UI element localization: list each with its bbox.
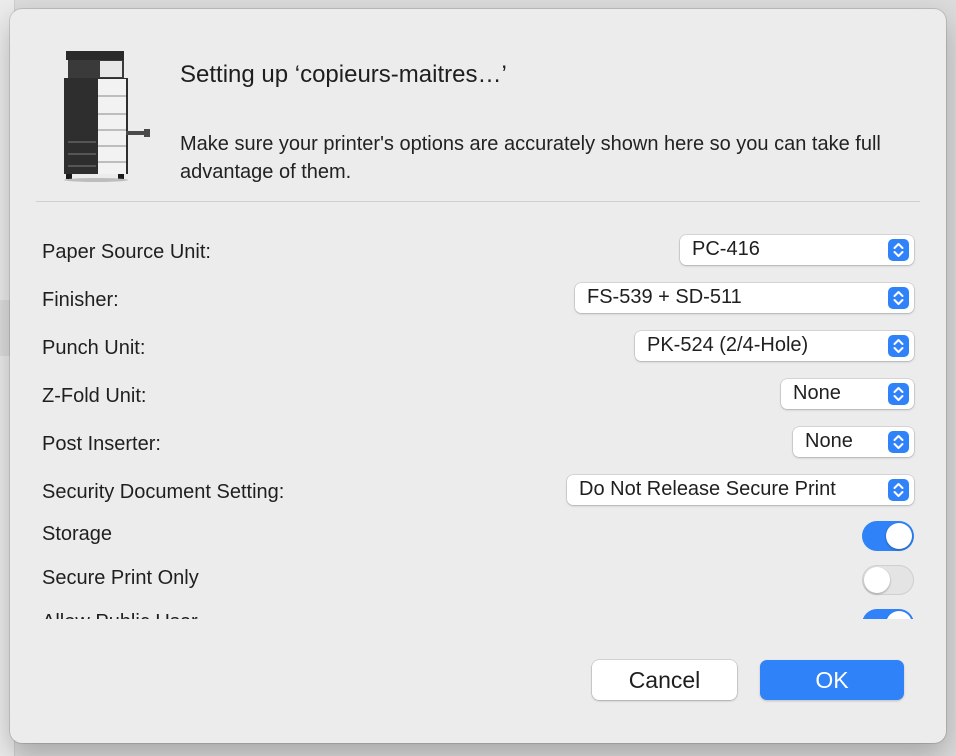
option-allow-public-user-row: Allow Public User bbox=[36, 603, 920, 619]
option-secure-print-only-row: Secure Print Only bbox=[36, 559, 920, 599]
popup-value: PK-524 (2/4-Hole) bbox=[647, 334, 809, 356]
option-label: Paper Source Unit: bbox=[42, 241, 211, 263]
option-label: Security Document Setting: bbox=[42, 481, 285, 503]
security-document-popup[interactable]: Do Not Release Secure Print bbox=[567, 475, 914, 505]
option-zfold-row: Z-Fold Unit: None bbox=[36, 371, 920, 409]
chevron-updown-icon bbox=[888, 239, 909, 261]
toggle-knob bbox=[886, 611, 912, 619]
chevron-updown-icon bbox=[888, 431, 909, 453]
option-label: Secure Print Only bbox=[42, 567, 199, 589]
chevron-updown-icon bbox=[888, 383, 909, 405]
option-punch-row: Punch Unit: PK-524 (2/4-Hole) bbox=[36, 323, 920, 361]
storage-toggle[interactable] bbox=[862, 521, 914, 551]
option-label: Allow Public User bbox=[42, 611, 198, 619]
finisher-popup[interactable]: FS-539 + SD-511 bbox=[575, 283, 914, 313]
post-inserter-popup[interactable]: None bbox=[793, 427, 914, 457]
dialog-title: Setting up ‘copieurs-maitres…’ bbox=[180, 61, 507, 88]
option-security-row: Security Document Setting: Do Not Releas… bbox=[36, 467, 920, 505]
popup-value: Do Not Release Secure Print bbox=[579, 478, 836, 500]
option-paper-source-row: Paper Source Unit: PC-416 bbox=[36, 227, 920, 265]
chevron-updown-icon bbox=[888, 479, 909, 501]
secure-print-only-toggle[interactable] bbox=[862, 565, 914, 595]
popup-value: FS-539 + SD-511 bbox=[587, 286, 742, 308]
option-label: Post Inserter: bbox=[42, 433, 161, 455]
toggle-knob bbox=[886, 523, 912, 549]
popup-value: PC-416 bbox=[692, 238, 760, 260]
punch-unit-popup[interactable]: PK-524 (2/4-Hole) bbox=[635, 331, 914, 361]
popup-value: None bbox=[805, 430, 853, 452]
toggle-knob bbox=[864, 567, 890, 593]
option-storage-row: Storage bbox=[36, 515, 920, 555]
chevron-updown-icon bbox=[888, 287, 909, 309]
option-label: Z-Fold Unit: bbox=[42, 385, 147, 407]
option-finisher-row: Finisher: FS-539 + SD-511 bbox=[36, 275, 920, 313]
printer-setup-sheet: Setting up ‘copieurs-maitres…’ Make sure… bbox=[10, 9, 946, 743]
allow-public-user-toggle[interactable] bbox=[862, 609, 914, 619]
header-divider bbox=[36, 201, 920, 202]
option-post-inserter-row: Post Inserter: None bbox=[36, 419, 920, 457]
zfold-unit-popup[interactable]: None bbox=[781, 379, 914, 409]
options-list[interactable]: Paper Source Unit: PC-416 Finisher: FS-5… bbox=[36, 217, 920, 619]
dialog-subtitle: Make sure your printer's options are acc… bbox=[180, 133, 881, 183]
option-label: Storage bbox=[42, 523, 113, 545]
ok-button[interactable]: OK bbox=[760, 660, 904, 700]
chevron-updown-icon bbox=[888, 335, 909, 357]
cancel-button[interactable]: Cancel bbox=[592, 660, 737, 700]
option-label: Finisher: bbox=[42, 289, 119, 311]
printer-icon bbox=[60, 49, 152, 183]
popup-value: None bbox=[793, 382, 841, 404]
option-label: Punch Unit: bbox=[42, 337, 146, 359]
paper-source-popup[interactable]: PC-416 bbox=[680, 235, 914, 265]
